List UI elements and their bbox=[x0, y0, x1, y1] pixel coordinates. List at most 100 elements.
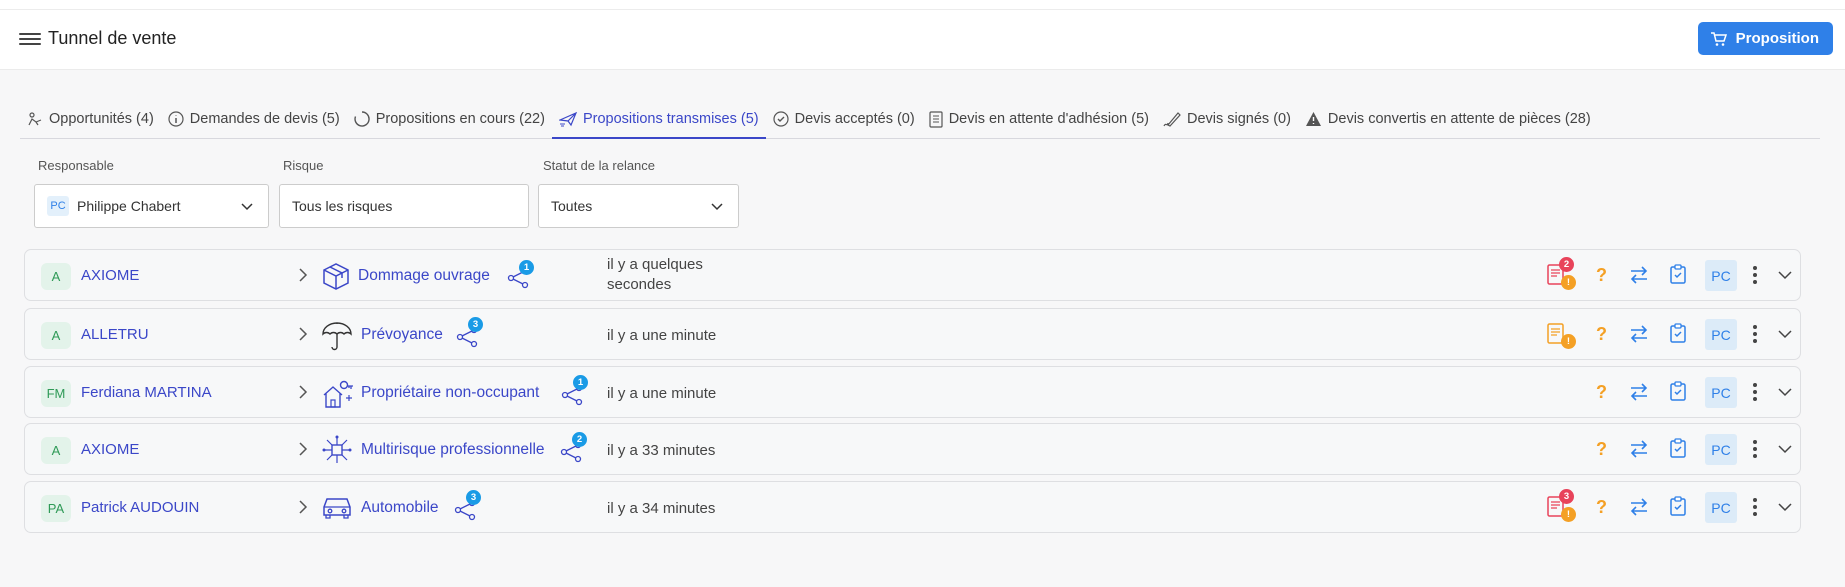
proposal-row[interactable]: A AXIOME Dommage ouvrage 1 il y a quelqu… bbox=[24, 249, 1801, 301]
proposal-row[interactable]: PA Patrick AUDOUIN Automobile 3 il y a 3… bbox=[24, 481, 1801, 533]
document-count-badge: 2 bbox=[1559, 257, 1574, 272]
question-icon[interactable]: ? bbox=[1596, 382, 1607, 403]
chevron-right-icon bbox=[299, 385, 308, 399]
proposal-row[interactable]: A ALLETRU Prévoyance 3 il y a une minute… bbox=[24, 308, 1801, 360]
responsable-initials: PC bbox=[47, 196, 69, 216]
hamburger-menu-icon[interactable] bbox=[19, 30, 41, 48]
document-count-badge: 3 bbox=[1559, 489, 1574, 504]
new-proposition-button[interactable]: Proposition bbox=[1697, 22, 1833, 55]
check-circle-icon bbox=[773, 111, 789, 127]
car-icon bbox=[323, 498, 351, 519]
swap-icon[interactable] bbox=[1629, 383, 1649, 401]
spinner-icon bbox=[354, 111, 370, 127]
owner-badge[interactable]: PC bbox=[1705, 492, 1737, 523]
status-tabs: Opportunités (4) Demandes de devis (5) P… bbox=[20, 100, 1820, 139]
info-icon bbox=[168, 111, 184, 127]
risk-name-link[interactable]: Dommage ouvrage bbox=[358, 267, 490, 285]
client-name-link[interactable]: AXIOME bbox=[81, 267, 139, 284]
responsable-select[interactable]: PC Philippe Chabert bbox=[34, 184, 269, 228]
proposal-row[interactable]: FM Ferdiana MARTINA Propriétaire non-occ… bbox=[24, 366, 1801, 418]
more-options-icon[interactable] bbox=[1752, 381, 1758, 403]
owner-badge[interactable]: PC bbox=[1705, 434, 1737, 465]
share-count-badge: 1 bbox=[519, 260, 534, 275]
clipboard-check-icon[interactable] bbox=[1670, 438, 1686, 458]
client-name-link[interactable]: ALLETRU bbox=[81, 326, 149, 343]
filter-label-statut: Statut de la relance bbox=[543, 158, 656, 173]
clipboard-check-icon[interactable] bbox=[1670, 381, 1686, 401]
tab-devis-acceptes[interactable]: Devis acceptés (0) bbox=[766, 100, 922, 138]
owner-badge[interactable]: PC bbox=[1705, 319, 1737, 350]
chevron-right-icon bbox=[299, 327, 308, 341]
box-icon bbox=[323, 263, 349, 290]
tab-devis-signes[interactable]: Devis signés (0) bbox=[1156, 100, 1298, 138]
client-avatar: PA bbox=[41, 495, 71, 522]
chevron-right-icon bbox=[299, 268, 308, 282]
client-name-link[interactable]: AXIOME bbox=[81, 441, 139, 458]
chevron-down-icon[interactable] bbox=[1777, 386, 1793, 398]
risk-name-link[interactable]: Prévoyance bbox=[361, 326, 443, 344]
statut-select[interactable]: Toutes bbox=[538, 184, 739, 228]
tab-label: Devis signés (0) bbox=[1186, 111, 1291, 127]
network-icon bbox=[322, 435, 352, 463]
more-options-icon[interactable] bbox=[1752, 323, 1758, 345]
chevron-down-icon[interactable] bbox=[1777, 501, 1793, 513]
question-icon[interactable]: ? bbox=[1596, 439, 1607, 460]
client-avatar: A bbox=[41, 322, 71, 349]
chevron-down-icon[interactable] bbox=[1777, 443, 1793, 455]
document-icon bbox=[929, 110, 943, 128]
tab-propositions-en-cours[interactable]: Propositions en cours (22) bbox=[347, 100, 552, 138]
more-options-icon[interactable] bbox=[1752, 438, 1758, 460]
swap-icon[interactable] bbox=[1629, 498, 1649, 516]
more-options-icon[interactable] bbox=[1752, 264, 1758, 286]
tab-demandes-devis[interactable]: Demandes de devis (5) bbox=[161, 100, 347, 138]
swap-icon[interactable] bbox=[1629, 266, 1649, 284]
page-title: Tunnel de vente bbox=[48, 28, 177, 48]
owner-badge[interactable]: PC bbox=[1705, 377, 1737, 408]
tab-propositions-transmises[interactable]: Propositions transmises (5) bbox=[551, 100, 766, 139]
risk-name-link[interactable]: Multirisque professionnelle bbox=[361, 441, 545, 459]
tab-devis-attente-adhesion[interactable]: Devis en attente d'adhésion (5) bbox=[922, 100, 1156, 138]
more-options-icon[interactable] bbox=[1752, 496, 1758, 518]
time-ago: il y a une minute bbox=[607, 385, 717, 402]
client-name-link[interactable]: Ferdiana MARTINA bbox=[81, 384, 212, 401]
risque-value: Tous les risques bbox=[292, 198, 393, 214]
tab-label: Propositions transmises (5) bbox=[582, 110, 759, 127]
share-count-badge: 3 bbox=[466, 490, 481, 505]
risk-name-link[interactable]: Automobile bbox=[361, 499, 439, 517]
clipboard-check-icon[interactable] bbox=[1670, 323, 1686, 343]
umbrella-icon bbox=[322, 322, 352, 351]
client-name-link[interactable]: Patrick AUDOUIN bbox=[81, 499, 199, 516]
swap-icon[interactable] bbox=[1629, 440, 1649, 458]
client-avatar: FM bbox=[41, 380, 71, 407]
risk-name-link[interactable]: Propriétaire non-occupant bbox=[361, 384, 539, 402]
filter-label-risque: Risque bbox=[283, 158, 324, 173]
clipboard-check-icon[interactable] bbox=[1670, 496, 1686, 516]
filter-label-responsable: Responsable bbox=[38, 158, 114, 173]
tab-devis-convertis[interactable]: Devis convertis en attente de pièces (28… bbox=[1298, 100, 1598, 138]
share-count-badge: 2 bbox=[572, 432, 587, 447]
house-key-icon bbox=[323, 380, 353, 408]
risque-select[interactable]: Tous les risques bbox=[279, 184, 529, 228]
client-avatar: A bbox=[41, 263, 71, 290]
client-avatar: A bbox=[41, 437, 71, 464]
tab-opportunites[interactable]: Opportunités (4) bbox=[20, 100, 161, 138]
new-proposition-label: Proposition bbox=[1735, 30, 1819, 47]
chevron-down-icon[interactable] bbox=[1777, 328, 1793, 340]
question-icon[interactable]: ? bbox=[1596, 324, 1607, 345]
question-icon[interactable]: ? bbox=[1596, 497, 1607, 518]
cart-icon bbox=[1710, 31, 1727, 46]
document-alert-badge: ! bbox=[1561, 334, 1576, 349]
time-ago: il y a 33 minutes bbox=[607, 442, 716, 459]
chevron-down-icon bbox=[711, 203, 723, 211]
owner-badge[interactable]: PC bbox=[1705, 260, 1737, 291]
tab-label: Opportunités (4) bbox=[49, 111, 154, 127]
clipboard-check-icon[interactable] bbox=[1670, 264, 1686, 284]
chevron-right-icon bbox=[299, 500, 308, 514]
chevron-down-icon[interactable] bbox=[1777, 269, 1793, 281]
statut-value: Toutes bbox=[551, 198, 593, 214]
proposal-row[interactable]: A AXIOME Multirisque professionnelle 2 i… bbox=[24, 423, 1801, 475]
share-count-badge: 1 bbox=[573, 375, 588, 390]
time-ago: il y a 34 minutes bbox=[607, 500, 716, 517]
question-icon[interactable]: ? bbox=[1596, 265, 1607, 286]
swap-icon[interactable] bbox=[1629, 325, 1649, 343]
